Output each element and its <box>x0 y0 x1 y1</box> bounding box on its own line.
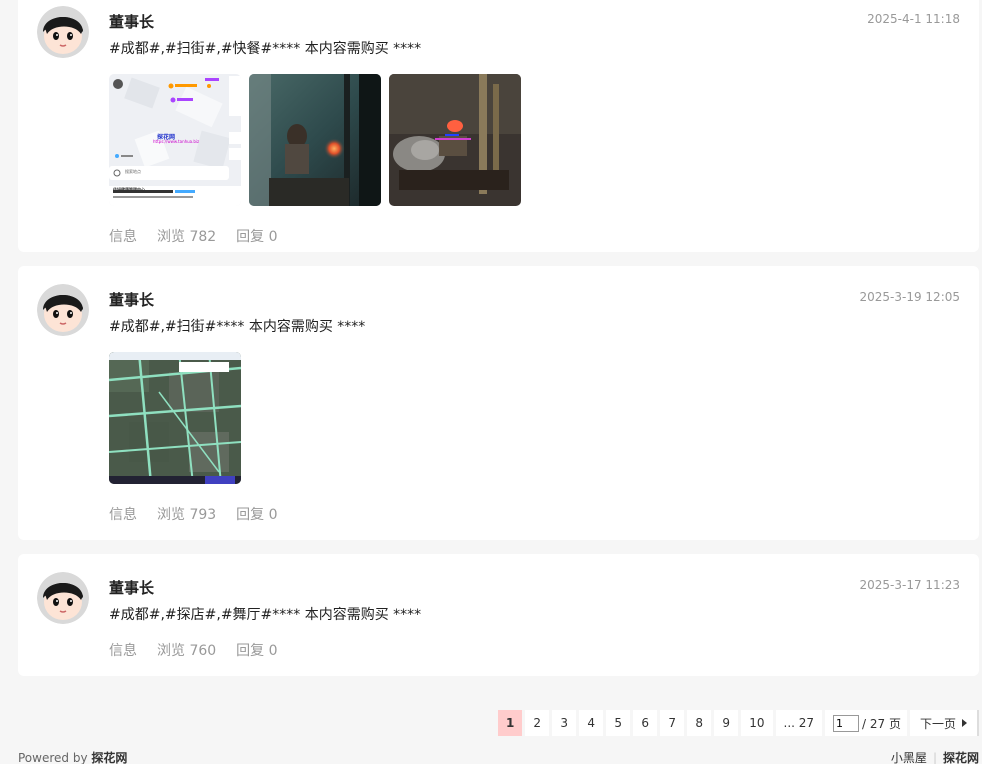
page-9[interactable]: 9 <box>714 710 739 736</box>
post-date: 2025-3-19 12:05 <box>859 290 961 304</box>
post-content[interactable]: #成都#,#探店#,#舞厅#**** 本内容需购买 **** <box>109 604 421 624</box>
satellite-map-image[interactable] <box>109 352 241 484</box>
avatar[interactable] <box>37 6 89 58</box>
page-7[interactable]: 7 <box>660 710 685 736</box>
footer-site-link[interactable]: 探花网 <box>91 751 127 764</box>
post-author[interactable]: 董事长 <box>109 11 154 32</box>
post-images: 探花网 https://www.tanhua.biz 搜索地点 佳妍健康管理中心 <box>109 74 521 206</box>
photo-image[interactable] <box>249 74 381 206</box>
post-content[interactable]: #成都#,#扫街#**** 本内容需购买 **** <box>109 316 365 336</box>
page-10[interactable]: 10 <box>741 710 773 736</box>
post-feed: 董事长 2025-4-1 11:18 #成都#,#扫街#,#快餐#**** 本内… <box>18 0 979 690</box>
post-author[interactable]: 董事长 <box>109 577 154 598</box>
post-date: 2025-3-17 11:23 <box>859 578 961 592</box>
page-jump: / 27 页 <box>825 710 907 736</box>
page-8[interactable]: 8 <box>687 710 712 736</box>
pagination: 1 2 3 4 5 6 7 8 9 10 ... 27 / 27 页 下一页 <box>498 710 979 736</box>
reply-link[interactable]: 回复 0 <box>236 226 277 246</box>
footer-powered-by: Powered by 探花网 <box>18 749 127 764</box>
page-last[interactable]: ... 27 <box>775 710 823 736</box>
post-card: 董事长 2025-3-17 11:23 #成都#,#探店#,#舞厅#**** 本… <box>18 554 979 676</box>
info-link[interactable]: 信息 <box>109 226 137 246</box>
avatar-face-icon <box>37 572 89 624</box>
view-count: 浏览 793 <box>157 507 217 523</box>
next-page-label: 下一页 <box>919 716 956 731</box>
page-2[interactable]: 2 <box>525 710 550 736</box>
post-date: 2025-4-1 11:18 <box>867 12 960 26</box>
avatar-face-icon <box>37 6 89 58</box>
page-5[interactable]: 5 <box>606 710 631 736</box>
post-author[interactable]: 董事长 <box>109 289 154 310</box>
post-card: 董事长 2025-4-1 11:18 #成都#,#扫街#,#快餐#**** 本内… <box>18 0 979 252</box>
avatar[interactable] <box>37 284 89 336</box>
post-meta: 信息 浏览 793 回复 0 <box>109 504 278 524</box>
view-count: 浏览 782 <box>157 229 217 245</box>
map-place-name: 佳妍健康管理中心 <box>113 187 145 192</box>
avatar[interactable] <box>37 572 89 624</box>
watermark-url: https://www.tanhua.biz <box>153 139 200 144</box>
post-images <box>109 352 241 484</box>
info-link[interactable]: 信息 <box>109 640 137 660</box>
page-3[interactable]: 3 <box>552 710 577 736</box>
page-6[interactable]: 6 <box>633 710 658 736</box>
post-meta: 信息 浏览 782 回复 0 <box>109 226 278 246</box>
map-search-label: 搜索地点 <box>125 169 141 174</box>
footer-separator: | <box>932 750 937 764</box>
page-1[interactable]: 1 <box>498 710 523 736</box>
footer-link-site[interactable]: 探花网 <box>943 749 979 764</box>
reply-link[interactable]: 回复 0 <box>236 640 277 660</box>
page-total: / 27 页 <box>862 716 901 731</box>
page-jump-input[interactable] <box>833 714 860 732</box>
next-page-button[interactable]: 下一页 <box>909 710 979 736</box>
page-4[interactable]: 4 <box>579 710 604 736</box>
post-content[interactable]: #成都#,#扫街#,#快餐#**** 本内容需购买 **** <box>109 38 421 58</box>
post-meta: 信息 浏览 760 回复 0 <box>109 640 278 660</box>
footer-link-blacklist[interactable]: 小黑屋 <box>891 749 927 764</box>
arrow-right-icon <box>962 719 967 727</box>
map-screenshot-image[interactable]: 探花网 https://www.tanhua.biz 搜索地点 佳妍健康管理中心 <box>109 74 241 206</box>
info-link[interactable]: 信息 <box>109 504 137 524</box>
photo-image[interactable] <box>389 74 521 206</box>
avatar-face-icon <box>37 284 89 336</box>
view-count: 浏览 760 <box>157 643 217 659</box>
footer-links: 小黑屋 | 探花网 <box>891 749 979 764</box>
reply-link[interactable]: 回复 0 <box>236 504 277 524</box>
powered-by-text: Powered by <box>18 751 88 764</box>
post-card: 董事长 2025-3-19 12:05 #成都#,#扫街#**** 本内容需购买… <box>18 266 979 540</box>
